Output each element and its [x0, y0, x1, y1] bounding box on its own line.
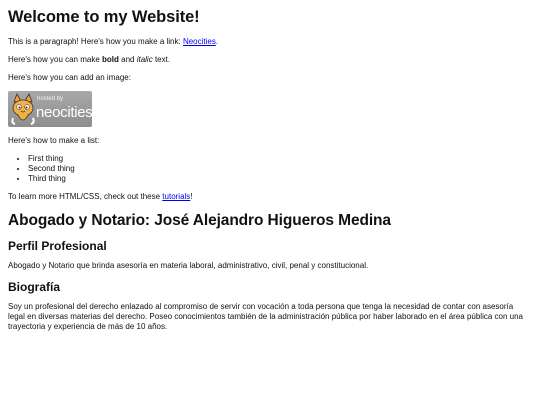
badge-hosted-text: hosted by	[37, 95, 64, 102]
neocities-badge-image: hosted by neocities	[8, 90, 93, 127]
section-heading-profile: Perfil Profesional	[8, 239, 107, 253]
badge-brand-text: neocities	[36, 103, 93, 121]
learn-text: To learn more HTML/CSS, check out these	[8, 191, 163, 201]
tutorials-link[interactable]: tutorials	[162, 192, 190, 201]
list-item: Second thing	[28, 164, 532, 174]
format-text-1: Here's how you can make	[8, 54, 103, 64]
biography-text: Soy un profesional del derecho enlazado …	[8, 302, 523, 331]
intro-end: .	[215, 36, 219, 46]
page-title: Welcome to my Website!	[8, 8, 200, 26]
format-text-2: and	[118, 54, 137, 64]
profile-title: Abogado y Notario: José Alejandro Higuer…	[8, 211, 391, 229]
intro-paragraph: This is a paragraph! Here's how you make…	[8, 37, 532, 47]
intro-text: This is a paragraph! Here's how you make…	[8, 36, 183, 46]
section-heading-biography: Biografía	[8, 280, 61, 294]
bold-text: bold	[102, 54, 119, 64]
format-text-3: text.	[152, 54, 171, 64]
learn-paragraph: To learn more HTML/CSS, check out these …	[8, 192, 532, 202]
neocities-link[interactable]: Neocities	[183, 37, 216, 46]
neocities-cat-icon	[11, 92, 35, 125]
italic-text: italic	[136, 54, 153, 64]
list-intro: Here's how to make a list:	[8, 135, 100, 145]
list-item: Third thing	[28, 174, 532, 184]
format-paragraph: Here's how you can make bold and italic …	[8, 55, 532, 65]
learn-end: !	[190, 191, 193, 201]
list-item: First thing	[28, 154, 532, 164]
page-content: Welcome to my Website! This is a paragra…	[0, 7, 540, 332]
profile-description: Abogado y Notario que brinda asesoría en…	[8, 261, 369, 270]
thing-list: First thing Second thing Third thing	[8, 154, 532, 184]
image-paragraph: Here's how you can add an image:	[8, 72, 131, 82]
